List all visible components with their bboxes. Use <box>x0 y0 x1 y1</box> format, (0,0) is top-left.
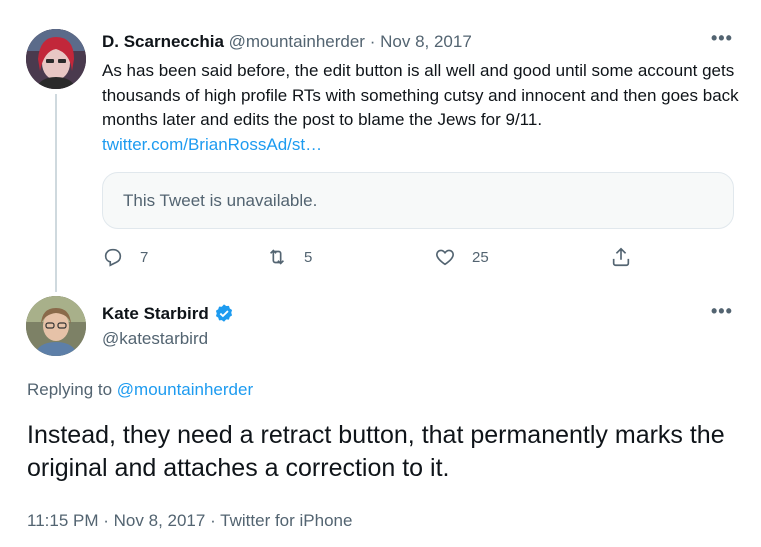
parent-tweet-text: As has been said before, the edit button… <box>102 59 742 157</box>
tweet-time[interactable]: 11:15 PM <box>27 511 99 530</box>
replying-to-handle[interactable]: @mountainherder <box>117 380 253 399</box>
reply-display-name[interactable]: Kate Starbird <box>102 304 209 324</box>
more-icon[interactable]: ••• <box>711 28 733 49</box>
reply-button[interactable]: 7 <box>102 245 148 269</box>
parent-handle[interactable]: @mountainherder <box>229 32 365 51</box>
replying-to-label: Replying to <box>27 380 117 399</box>
more-icon[interactable]: ••• <box>711 301 733 322</box>
tweet-source[interactable]: Twitter for iPhone <box>220 511 352 530</box>
retweet-count: 5 <box>304 248 313 266</box>
parent-display-name[interactable]: D. Scarnecchia <box>102 32 224 51</box>
verified-badge-icon <box>215 304 232 322</box>
share-icon <box>612 247 630 267</box>
retweet-button[interactable]: 5 <box>266 245 312 269</box>
parent-tweet-header: D. Scarnecchia @mountainherder · Nov 8, … <box>102 31 472 53</box>
reply-icon <box>104 248 122 267</box>
quoted-tweet-text: This Tweet is unavailable. <box>123 191 318 210</box>
like-icon <box>436 249 454 266</box>
parent-date[interactable]: Nov 8, 2017 <box>380 32 472 51</box>
tweet-actions: 7 5 25 <box>102 245 642 269</box>
reply-handle[interactable]: @katestarbird <box>102 329 208 349</box>
reply-display-name-row: Kate Starbird <box>102 303 235 325</box>
share-button[interactable] <box>610 245 632 269</box>
parent-tweet-body: As has been said before, the edit button… <box>102 61 739 129</box>
avatar-scarnecchia[interactable] <box>26 29 86 89</box>
reply-count: 7 <box>140 248 149 266</box>
tweet-date[interactable]: Nov 8, 2017 <box>114 511 206 530</box>
reply-tweet-text: Instead, they need a retract button, tha… <box>27 421 725 482</box>
retweet-icon <box>269 249 285 265</box>
avatar-kate-starbird[interactable] <box>26 296 86 356</box>
replying-to: Replying to @mountainherder <box>27 380 253 400</box>
meta-separator-1: · <box>103 511 109 530</box>
tweet-thread: D. Scarnecchia @mountainherder · Nov 8, … <box>0 0 761 547</box>
like-count: 25 <box>472 248 489 266</box>
parent-tweet-link[interactable]: twitter.com/BrianRossAd/st… <box>102 135 322 154</box>
like-button[interactable]: 25 <box>434 245 489 269</box>
thread-connector-line <box>55 94 57 292</box>
header-separator: · <box>369 32 376 51</box>
quoted-tweet-unavailable: This Tweet is unavailable. <box>102 172 734 229</box>
meta-separator-2: · <box>210 511 216 530</box>
tweet-metadata: 11:15 PM · Nov 8, 2017 · Twitter for iPh… <box>27 511 352 531</box>
